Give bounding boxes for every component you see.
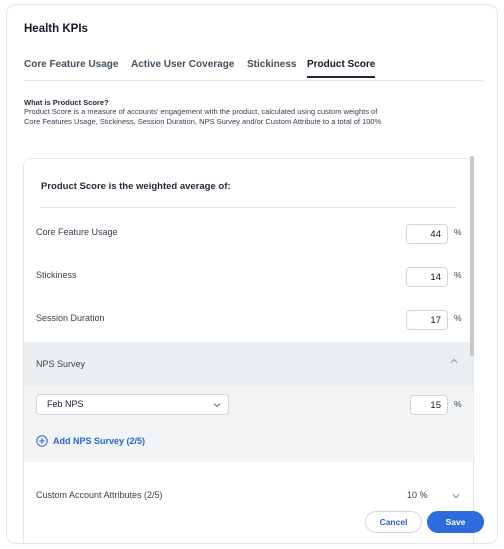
stickiness-label: Stickiness — [36, 270, 77, 280]
nps-weight-input[interactable] — [410, 395, 448, 415]
chevron-down-icon[interactable] — [451, 491, 461, 501]
tab-core-feature-usage[interactable]: Core Feature Usage — [24, 59, 118, 70]
kpi-tabs: Core Feature Usage Active User Coverage … — [24, 59, 483, 81]
add-circle-icon — [36, 435, 48, 447]
divider — [41, 207, 456, 208]
core-feature-usage-weight-input[interactable] — [406, 224, 448, 244]
save-button[interactable]: Save — [427, 511, 484, 533]
panel-scrollbar[interactable] — [470, 156, 474, 356]
percent-sign: % — [454, 270, 462, 280]
custom-account-attributes-label: Custom Account Attributes (2/5) — [36, 490, 163, 500]
nps-survey-header[interactable]: NPS Survey — [24, 342, 473, 386]
nps-survey-selected: Feb NPS — [47, 399, 84, 409]
chevron-down-icon — [213, 403, 221, 408]
tab-product-score[interactable]: Product Score — [307, 59, 376, 78]
stickiness-weight-input[interactable] — [406, 267, 448, 287]
tab-stickiness[interactable]: Stickiness — [247, 59, 296, 70]
add-nps-survey-button[interactable]: Add NPS Survey (2/5) — [36, 435, 145, 447]
core-feature-usage-label: Core Feature Usage — [36, 227, 118, 237]
panel-heading: Product Score is the weighted average of… — [41, 181, 231, 192]
nps-survey-section: NPS Survey Feb NPS % Add NPS Surve — [24, 342, 473, 462]
cancel-button[interactable]: Cancel — [365, 511, 422, 533]
nps-survey-title: NPS Survey — [36, 359, 86, 369]
percent-sign: % — [454, 399, 462, 409]
modal-title: Health KPIs — [24, 23, 88, 35]
weights-panel: Product Score is the weighted average of… — [23, 158, 474, 543]
description-title: What is Product Score? — [24, 98, 109, 107]
chevron-up-icon[interactable] — [449, 356, 459, 366]
description-text: Product Score is a measure of accounts' … — [24, 107, 382, 126]
percent-sign: % — [454, 227, 462, 237]
custom-account-attributes-value: 10 % — [407, 490, 428, 500]
session-duration-label: Session Duration — [36, 313, 105, 323]
session-duration-weight-input[interactable] — [406, 310, 448, 330]
health-kpis-modal: Health KPIs Core Feature Usage Active Us… — [6, 4, 498, 544]
nps-survey-select[interactable]: Feb NPS — [36, 394, 229, 415]
tab-active-user-coverage[interactable]: Active User Coverage — [131, 59, 234, 70]
percent-sign: % — [454, 313, 462, 323]
add-nps-survey-label: Add NPS Survey (2/5) — [53, 436, 146, 446]
